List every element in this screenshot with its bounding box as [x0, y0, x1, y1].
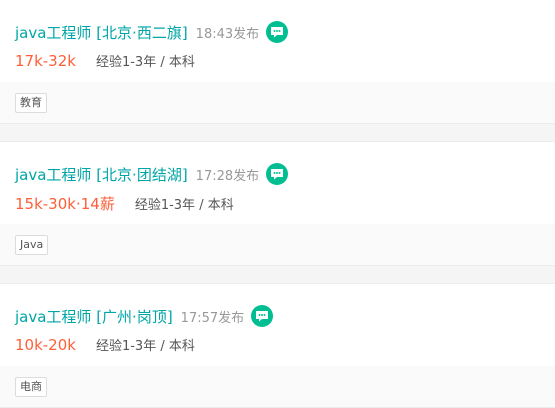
salary: 10k-20k	[15, 336, 76, 354]
job-title-link[interactable]: java工程师 [北京·西二旗]	[15, 22, 188, 43]
publish-time: 18:43发布	[195, 26, 260, 42]
job-info-row: 15k-30k·14薪 经验1-3年 / 本科	[15, 193, 234, 214]
chat-icon[interactable]	[266, 163, 289, 185]
publish-time: 17:57发布	[180, 310, 245, 326]
job-tag: 电商	[15, 377, 47, 397]
job-tags-row: 电商	[0, 366, 555, 407]
requirements: 经验1-3年 / 本科	[95, 55, 195, 70]
job-info-row: 10k-20k 经验1-3年 / 本科	[15, 335, 195, 354]
job-title-row: java工程师 [广州·岗顶] 17:57发布	[15, 305, 274, 327]
job-info-row: 17k-32k 经验1-3年 / 本科	[15, 51, 195, 70]
salary: 15k-30k·14薪	[15, 195, 115, 213]
chat-icon[interactable]	[266, 21, 289, 43]
job-card: java工程师 [北京·团结湖] 17:28发布 15k-30k·14薪 经验1…	[0, 141, 555, 266]
job-card-main: java工程师 [北京·西二旗] 18:43发布 17k-32k 经验1-3年 …	[0, 0, 555, 82]
job-tag: Java	[15, 235, 49, 255]
job-tags-row: 教育	[0, 82, 555, 123]
requirements: 经验1-3年 / 本科	[134, 198, 234, 213]
job-card: java工程师 [北京·西二旗] 18:43发布 17k-32k 经验1-3年 …	[0, 0, 555, 124]
publish-time: 17:28发布	[195, 168, 260, 184]
job-tag: 教育	[15, 93, 47, 113]
job-tags-row: Java	[0, 224, 555, 265]
job-card-main: java工程师 [广州·岗顶] 17:57发布 10k-20k 经验1-3年 /…	[0, 284, 555, 366]
job-title-row: java工程师 [北京·团结湖] 17:28发布	[15, 163, 289, 185]
job-title-row: java工程师 [北京·西二旗] 18:43发布	[15, 21, 289, 43]
job-title-link[interactable]: java工程师 [北京·团结湖]	[15, 164, 188, 185]
job-title-link[interactable]: java工程师 [广州·岗顶]	[15, 306, 173, 327]
job-card-main: java工程师 [北京·团结湖] 17:28发布 15k-30k·14薪 经验1…	[0, 142, 555, 224]
chat-icon[interactable]	[251, 305, 274, 327]
requirements: 经验1-3年 / 本科	[95, 339, 195, 354]
job-list: java工程师 [北京·西二旗] 18:43发布 17k-32k 经验1-3年 …	[0, 0, 555, 408]
job-card: java工程师 [广州·岗顶] 17:57发布 10k-20k 经验1-3年 /…	[0, 283, 555, 408]
salary: 17k-32k	[15, 52, 76, 70]
